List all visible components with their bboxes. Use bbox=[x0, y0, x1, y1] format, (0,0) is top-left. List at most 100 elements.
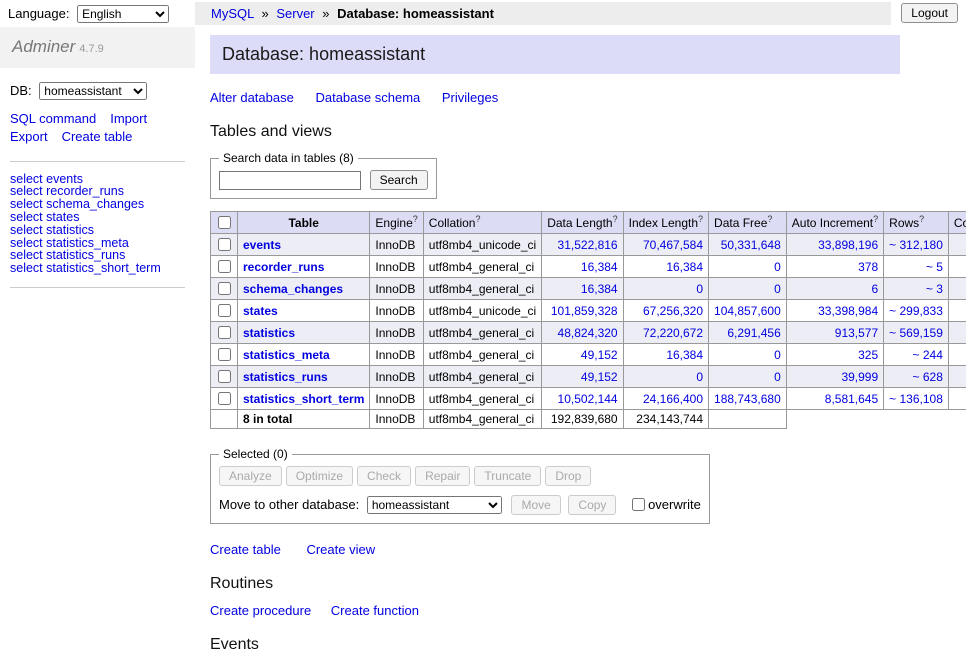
index-length-link[interactable]: 16,384 bbox=[666, 348, 703, 362]
column-help-link[interactable]: ? bbox=[613, 214, 618, 224]
bulk-action-button[interactable]: Truncate bbox=[474, 466, 541, 486]
column-help-link[interactable]: ? bbox=[919, 214, 924, 224]
data-length-link[interactable]: 49,152 bbox=[581, 348, 618, 362]
create-procedure-link[interactable]: Create procedure bbox=[210, 603, 311, 618]
bulk-action-button[interactable]: Check bbox=[357, 466, 411, 486]
rows-count-link[interactable]: ~ 136,108 bbox=[889, 392, 943, 406]
table-name-link[interactable]: events bbox=[243, 238, 281, 252]
auto-increment-link[interactable]: 8,581,645 bbox=[825, 392, 878, 406]
data-free-link[interactable]: 0 bbox=[774, 370, 781, 384]
data-length-link[interactable]: 48,824,320 bbox=[558, 326, 618, 340]
index-length-link[interactable]: 24,166,400 bbox=[643, 392, 703, 406]
sql-command-link[interactable]: SQL command bbox=[10, 111, 96, 126]
breadcrumb-server-link[interactable]: Server bbox=[276, 6, 314, 21]
bulk-action-button[interactable]: Repair bbox=[415, 466, 470, 486]
data-free-link[interactable]: 188,743,680 bbox=[714, 392, 781, 406]
auto-increment-link[interactable]: 325 bbox=[858, 348, 878, 362]
overwrite-option[interactable]: overwrite bbox=[628, 497, 701, 512]
data-length-link[interactable]: 16,384 bbox=[581, 282, 618, 296]
privileges-link[interactable]: Privileges bbox=[442, 90, 498, 105]
index-length-link[interactable]: 70,467,584 bbox=[643, 238, 703, 252]
auto-increment-link[interactable]: 33,898,196 bbox=[818, 238, 878, 252]
database-select[interactable]: homeassistant bbox=[39, 82, 147, 100]
create-table-sidebar-link[interactable]: Create table bbox=[62, 129, 133, 144]
overwrite-checkbox[interactable] bbox=[632, 498, 645, 511]
data-free-link[interactable]: 0 bbox=[774, 348, 781, 362]
auto-increment-link[interactable]: 33,398,984 bbox=[818, 304, 878, 318]
data-free-link[interactable]: 0 bbox=[774, 282, 781, 296]
app-logo: Adminer4.7.9 bbox=[0, 27, 195, 68]
create-view-link[interactable]: Create view bbox=[306, 542, 375, 557]
data-length-link[interactable]: 10,502,144 bbox=[558, 392, 618, 406]
column-help-link[interactable]: ? bbox=[698, 214, 703, 224]
column-help-link[interactable]: ? bbox=[413, 214, 418, 224]
column-help-link[interactable]: ? bbox=[873, 214, 878, 224]
index-length-link[interactable]: 0 bbox=[696, 282, 703, 296]
row-checkbox[interactable] bbox=[218, 392, 231, 405]
breadcrumb-mysql-link[interactable]: MySQL bbox=[211, 6, 254, 21]
row-checkbox[interactable] bbox=[218, 370, 231, 383]
sidebar-table-link[interactable]: select statistics_short_term bbox=[10, 262, 185, 275]
table-name-link[interactable]: states bbox=[243, 304, 278, 318]
rows-count-link[interactable]: ~ 312,180 bbox=[889, 238, 943, 252]
sidebar-table-link[interactable]: select statistics bbox=[10, 224, 185, 237]
sidebar-table-link[interactable]: select states bbox=[10, 211, 185, 224]
table-name-link[interactable]: statistics_short_term bbox=[243, 392, 364, 406]
data-free-link[interactable]: 6,291,456 bbox=[727, 326, 780, 340]
data-free-link[interactable]: 0 bbox=[774, 260, 781, 274]
table-name-link[interactable]: schema_changes bbox=[243, 282, 343, 296]
data-length-link[interactable]: 49,152 bbox=[581, 370, 618, 384]
column-help-link[interactable]: ? bbox=[475, 214, 480, 224]
table-name-link[interactable]: statistics bbox=[243, 326, 295, 340]
table-row: schema_changes InnoDB utf8mb4_general_ci… bbox=[211, 278, 966, 300]
rows-count-link[interactable]: ~ 569,159 bbox=[889, 326, 943, 340]
search-button[interactable]: Search bbox=[370, 170, 428, 190]
language-select[interactable]: English bbox=[77, 5, 169, 23]
bulk-action-button[interactable]: Drop bbox=[545, 466, 591, 486]
data-length-link[interactable]: 16,384 bbox=[581, 260, 618, 274]
export-link[interactable]: Export bbox=[10, 129, 48, 144]
import-link[interactable]: Import bbox=[110, 111, 147, 126]
rows-count-link[interactable]: ~ 5 bbox=[926, 260, 943, 274]
row-checkbox[interactable] bbox=[218, 348, 231, 361]
data-free-link[interactable]: 50,331,648 bbox=[721, 238, 781, 252]
row-checkbox[interactable] bbox=[218, 326, 231, 339]
table-name-link[interactable]: statistics_meta bbox=[243, 348, 330, 362]
column-help-link[interactable]: ? bbox=[767, 214, 772, 224]
auto-increment-link[interactable]: 6 bbox=[871, 282, 878, 296]
rows-count-link[interactable]: ~ 244 bbox=[913, 348, 943, 362]
create-function-link[interactable]: Create function bbox=[331, 603, 419, 618]
row-checkbox[interactable] bbox=[218, 304, 231, 317]
table-name-link[interactable]: recorder_runs bbox=[243, 260, 324, 274]
index-length-link[interactable]: 16,384 bbox=[666, 260, 703, 274]
data-length-link[interactable]: 101,859,328 bbox=[551, 304, 618, 318]
rows-count-link[interactable]: ~ 628 bbox=[913, 370, 943, 384]
index-length-link[interactable]: 0 bbox=[696, 370, 703, 384]
adminer-home-link[interactable]: Adminer bbox=[12, 37, 75, 56]
move-database-select[interactable]: homeassistant bbox=[367, 496, 502, 514]
create-table-link[interactable]: Create table bbox=[210, 542, 281, 557]
search-input[interactable] bbox=[219, 171, 361, 190]
alter-database-link[interactable]: Alter database bbox=[210, 90, 294, 105]
auto-increment-link[interactable]: 378 bbox=[858, 260, 878, 274]
rows-count-link[interactable]: ~ 3 bbox=[926, 282, 943, 296]
auto-increment-link[interactable]: 913,577 bbox=[835, 326, 878, 340]
index-length-link[interactable]: 67,256,320 bbox=[643, 304, 703, 318]
move-label: Move to other database: bbox=[219, 497, 359, 512]
bulk-action-button[interactable]: Analyze bbox=[219, 466, 282, 486]
data-length-link[interactable]: 31,522,816 bbox=[558, 238, 618, 252]
auto-increment-link[interactable]: 39,999 bbox=[841, 370, 878, 384]
logout-button[interactable]: Logout bbox=[901, 3, 958, 23]
copy-button[interactable]: Copy bbox=[568, 495, 616, 515]
row-checkbox[interactable] bbox=[218, 260, 231, 273]
row-checkbox[interactable] bbox=[218, 238, 231, 251]
table-name-link[interactable]: statistics_runs bbox=[243, 370, 328, 384]
index-length-link[interactable]: 72,220,672 bbox=[643, 326, 703, 340]
bulk-action-button[interactable]: Optimize bbox=[286, 466, 353, 486]
data-free-link[interactable]: 104,857,600 bbox=[714, 304, 781, 318]
move-button[interactable]: Move bbox=[511, 495, 560, 515]
select-all-checkbox[interactable] bbox=[218, 216, 231, 229]
row-checkbox[interactable] bbox=[218, 282, 231, 295]
database-schema-link[interactable]: Database schema bbox=[315, 90, 420, 105]
rows-count-link[interactable]: ~ 299,833 bbox=[889, 304, 943, 318]
